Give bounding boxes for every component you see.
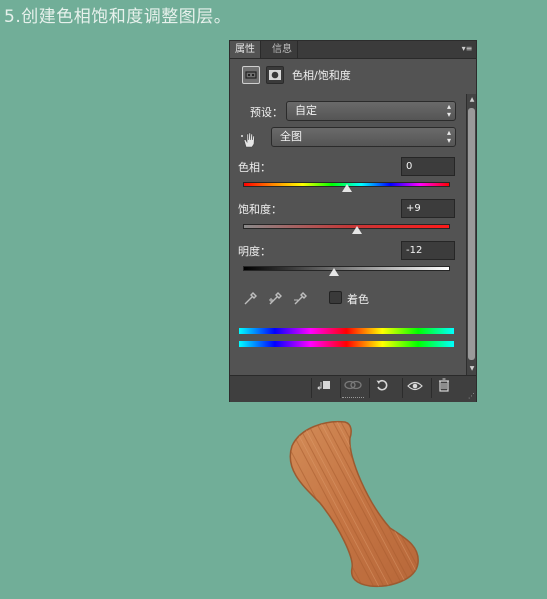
lightness-label: 明度： — [238, 245, 271, 258]
lightness-slider-thumb[interactable] — [329, 268, 340, 276]
view-previous-icon[interactable] — [340, 378, 365, 398]
eyedropper-plus-icon[interactable] — [267, 289, 285, 307]
preset-value: 自定 — [295, 104, 317, 117]
tab-info[interactable]: 信息 — [267, 41, 298, 58]
colorize-checkbox[interactable] — [329, 291, 342, 304]
trash-icon[interactable] — [431, 378, 456, 398]
panel-header-title: 色相/饱和度 — [292, 69, 351, 82]
color-bar-source — [239, 328, 454, 334]
scroll-up-icon[interactable]: ▲ — [468, 96, 476, 104]
step-title: 5.创建色相饱和度调整图层。 — [4, 7, 232, 27]
wood-block-image — [289, 420, 419, 588]
panel-scrollbar[interactable]: ▲ ▼ — [466, 94, 476, 375]
hue-input[interactable]: 0 — [401, 157, 455, 176]
saturation-slider-track[interactable] — [243, 224, 450, 229]
scroll-down-icon[interactable]: ▼ — [468, 365, 476, 373]
hue-label: 色相： — [238, 161, 271, 174]
lightness-slider-track[interactable] — [243, 266, 450, 271]
hand-icon[interactable] — [240, 130, 260, 150]
reset-icon[interactable] — [369, 378, 394, 398]
properties-panel: 属性 信息 ▾≡ 色相/饱和度 预设： 自定 ▴ ▾ 全图 ▴ ▾ 色相： 0 饱和… — [229, 40, 477, 402]
dropdown-arrows-icon: ▴ ▾ — [446, 128, 451, 145]
color-bar-result — [239, 341, 454, 347]
saturation-input[interactable]: +9 — [401, 199, 455, 218]
panel-menu-icon[interactable]: ▾≡ — [460, 42, 474, 56]
colorize-label: 着色 — [347, 293, 369, 306]
eyedropper-icon[interactable] — [242, 289, 260, 307]
scrollbar-thumb[interactable] — [468, 108, 475, 360]
channel-dropdown[interactable]: 全图 ▴ ▾ — [271, 127, 456, 147]
panel-resize-grip[interactable] — [342, 397, 364, 401]
saturation-label: 饱和度： — [238, 203, 282, 216]
lightness-input[interactable]: -12 — [401, 241, 455, 260]
hue-saturation-icon[interactable] — [242, 66, 260, 84]
resize-corner-icon[interactable]: ⋰ — [468, 392, 475, 400]
panel-tabbar: 属性 信息 ▾≡ — [230, 41, 476, 59]
tab-properties[interactable]: 属性 — [230, 41, 261, 58]
preset-dropdown[interactable]: 自定 ▴ ▾ — [286, 101, 456, 121]
eyedropper-minus-icon[interactable] — [292, 289, 310, 307]
mask-icon[interactable] — [266, 66, 284, 84]
channel-value: 全图 — [280, 130, 302, 143]
dropdown-arrows-icon: ▴ ▾ — [446, 102, 451, 119]
visibility-icon[interactable] — [402, 378, 427, 398]
hue-slider-thumb[interactable] — [341, 184, 352, 192]
clip-to-layer-icon[interactable] — [311, 378, 336, 398]
preset-label: 预设： — [250, 106, 283, 119]
saturation-slider-thumb[interactable] — [351, 226, 362, 234]
